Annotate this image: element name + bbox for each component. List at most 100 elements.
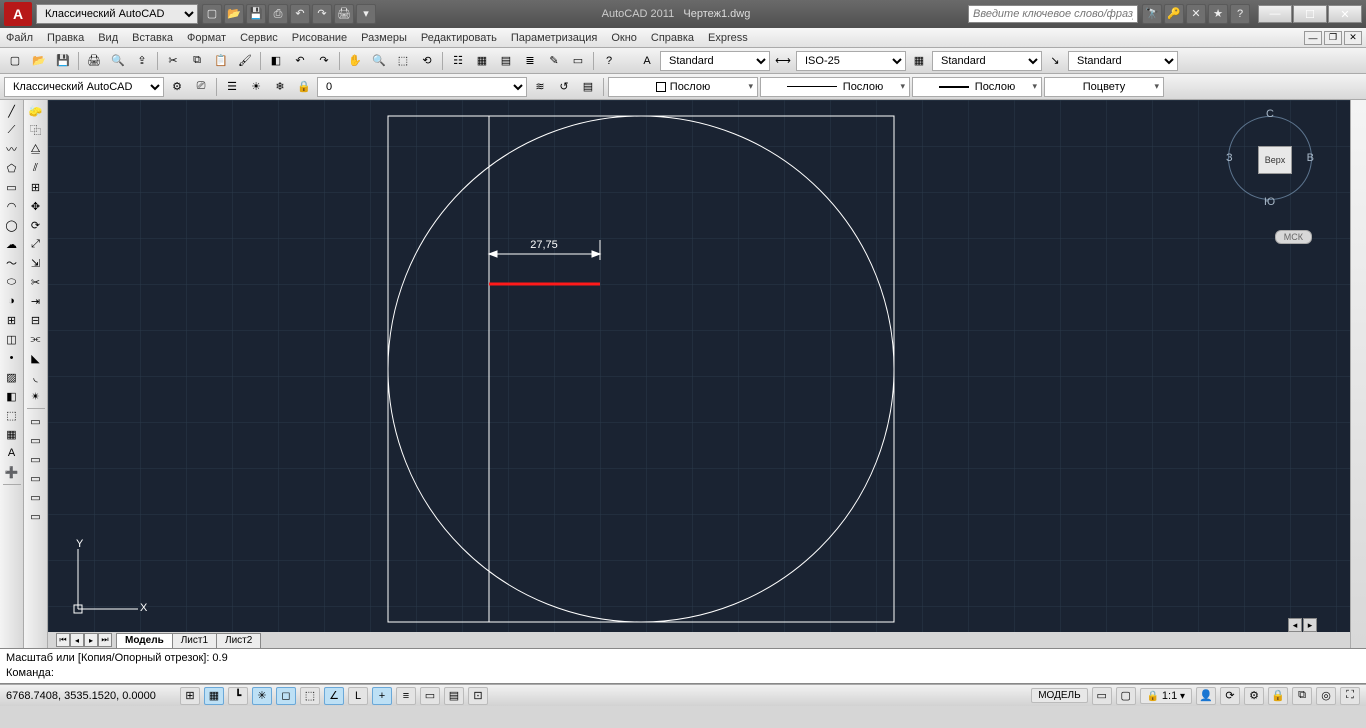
- print-icon[interactable]: 🖨: [83, 50, 105, 72]
- tab-next-icon[interactable]: ▸: [84, 633, 98, 647]
- chamfer-icon[interactable]: ◣: [26, 349, 46, 367]
- paste-icon[interactable]: 📋: [210, 50, 232, 72]
- dyn-toggle[interactable]: +: [372, 687, 392, 705]
- dimstyle-select[interactable]: ISO-25: [796, 51, 906, 71]
- workspace-save-icon[interactable]: ⎚: [190, 76, 212, 98]
- array-icon[interactable]: ⊞: [26, 178, 46, 196]
- cut-icon[interactable]: ✂: [162, 50, 184, 72]
- tpy-toggle[interactable]: ▭: [420, 687, 440, 705]
- undo-icon[interactable]: ↶: [289, 50, 311, 72]
- lineweight-select[interactable]: Послою: [912, 77, 1042, 97]
- workspace-select-top[interactable]: Классический AutoCAD: [36, 4, 198, 24]
- drawing-canvas[interactable]: 27,75 Y X Верх С Ю В З МСК ◂ ▸: [48, 100, 1350, 648]
- polar-toggle[interactable]: ✳: [252, 687, 272, 705]
- preview-icon[interactable]: 🔍: [107, 50, 129, 72]
- rect-icon[interactable]: ▭: [2, 178, 22, 196]
- sheetset-icon[interactable]: ≣: [519, 50, 541, 72]
- star-icon[interactable]: ★: [1208, 4, 1228, 24]
- search-input[interactable]: [968, 5, 1138, 23]
- offset-icon[interactable]: ⫽: [26, 159, 46, 177]
- layerprops-icon[interactable]: ☰: [221, 76, 243, 98]
- tablestyle-select[interactable]: Standard: [932, 51, 1042, 71]
- layer-prev-icon[interactable]: ↺: [553, 76, 575, 98]
- hatch-icon[interactable]: ▨: [2, 368, 22, 386]
- tab-first-icon[interactable]: ⏮: [56, 633, 70, 647]
- zoom-icon[interactable]: 🔍: [368, 50, 390, 72]
- vscrollbar[interactable]: [1350, 100, 1366, 648]
- quickview-drawings-icon[interactable]: ▢: [1116, 687, 1136, 705]
- mleaderstyle-icon[interactable]: ↘: [1044, 50, 1066, 72]
- scale-icon[interactable]: ⤢: [26, 235, 46, 253]
- quickcalc-icon[interactable]: ▭: [567, 50, 589, 72]
- gradient-icon[interactable]: ◧: [2, 387, 22, 405]
- layer-lock-icon[interactable]: 🔒: [293, 76, 315, 98]
- binoculars-icon[interactable]: 🔭: [1142, 4, 1162, 24]
- trim-icon[interactable]: ✂: [26, 273, 46, 291]
- designcenter-icon[interactable]: ▦: [471, 50, 493, 72]
- workspace-gear-icon[interactable]: ⚙: [166, 76, 188, 98]
- drawing5-icon[interactable]: ▭: [26, 488, 46, 506]
- snap-toggle[interactable]: ⊞: [180, 687, 200, 705]
- tab-sheet1[interactable]: Лист1: [172, 633, 217, 648]
- qat-redo-icon[interactable]: ↷: [312, 4, 332, 24]
- table-icon[interactable]: ▦: [2, 425, 22, 443]
- mdi-restore[interactable]: ❐: [1324, 31, 1342, 45]
- matchprop-icon[interactable]: 🖌: [234, 50, 256, 72]
- toolbar-lock-icon[interactable]: 🔒: [1268, 687, 1288, 705]
- minimize-button[interactable]: —: [1258, 5, 1292, 23]
- hscroll-controls[interactable]: ◂ ▸: [1288, 618, 1336, 632]
- qat-new-icon[interactable]: ▢: [202, 4, 222, 24]
- break-icon[interactable]: ⊟: [26, 311, 46, 329]
- tab-model[interactable]: Модель: [116, 633, 173, 648]
- drawing2-icon[interactable]: ▭: [26, 431, 46, 449]
- move-icon[interactable]: ✥: [26, 197, 46, 215]
- drawing-icon[interactable]: ▭: [26, 412, 46, 430]
- quickview-layouts-icon[interactable]: ▭: [1092, 687, 1112, 705]
- menu-file[interactable]: Файл: [6, 32, 33, 44]
- stretch-icon[interactable]: ⇲: [26, 254, 46, 272]
- menu-view[interactable]: Вид: [98, 32, 118, 44]
- exchange-icon[interactable]: ✕: [1186, 4, 1206, 24]
- otrack-toggle[interactable]: ∠: [324, 687, 344, 705]
- color-select[interactable]: Послою: [608, 77, 758, 97]
- insertblock-icon[interactable]: ⊞: [2, 311, 22, 329]
- new-icon[interactable]: ▢: [4, 50, 26, 72]
- grid-toggle[interactable]: ▦: [204, 687, 224, 705]
- copy2-icon[interactable]: ⿻: [26, 121, 46, 139]
- toolpalettes-icon[interactable]: ▤: [495, 50, 517, 72]
- drawing4-icon[interactable]: ▭: [26, 469, 46, 487]
- revcloud-icon[interactable]: ☁: [2, 235, 22, 253]
- line-icon[interactable]: ╱: [2, 102, 22, 120]
- markup-icon[interactable]: ✎: [543, 50, 565, 72]
- makeblock-icon[interactable]: ◫: [2, 330, 22, 348]
- layer-select[interactable]: 0: [317, 77, 527, 97]
- anno-auto-icon[interactable]: ⟳: [1220, 687, 1240, 705]
- pline-icon[interactable]: 〰: [2, 140, 22, 158]
- zoomprev-icon[interactable]: ⟲: [416, 50, 438, 72]
- join-icon[interactable]: ⫘: [26, 330, 46, 348]
- textstyle-select[interactable]: Standard: [660, 51, 770, 71]
- key-icon[interactable]: 🔑: [1164, 4, 1184, 24]
- viewcube[interactable]: Верх С Ю В З: [1220, 108, 1320, 208]
- command-prompt[interactable]: Команда:: [6, 666, 1360, 681]
- linetype-select[interactable]: Послою: [760, 77, 910, 97]
- menu-modify[interactable]: Редактировать: [421, 32, 497, 44]
- rotate-icon[interactable]: ⟳: [26, 216, 46, 234]
- erase-icon[interactable]: 🧽: [26, 102, 46, 120]
- mirror-icon[interactable]: ⧋: [26, 140, 46, 158]
- pan-icon[interactable]: ✋: [344, 50, 366, 72]
- sc-toggle[interactable]: ⊡: [468, 687, 488, 705]
- spline-icon[interactable]: 〜: [2, 254, 22, 272]
- ellipse-icon[interactable]: ⬭: [2, 273, 22, 291]
- workspace-switch-icon[interactable]: ⚙: [1244, 687, 1264, 705]
- anno-visibility-icon[interactable]: 👤: [1196, 687, 1216, 705]
- tablestyle-icon[interactable]: ▦: [908, 50, 930, 72]
- mdi-minimize[interactable]: —: [1304, 31, 1322, 45]
- ellipsearc-icon[interactable]: ◑: [2, 292, 22, 310]
- layer-match-icon[interactable]: ≋: [529, 76, 551, 98]
- qat-more-icon[interactable]: ▾: [356, 4, 376, 24]
- qat-undo-icon[interactable]: ↶: [290, 4, 310, 24]
- plotstyle-select[interactable]: Поцвету: [1044, 77, 1164, 97]
- arc-icon[interactable]: ◠: [2, 197, 22, 215]
- ortho-toggle[interactable]: ┗: [228, 687, 248, 705]
